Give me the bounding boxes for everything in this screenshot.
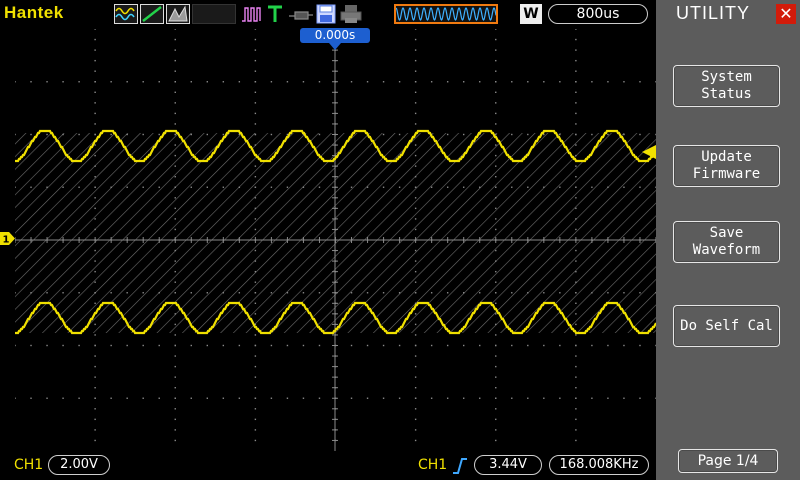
ramp-icon[interactable]	[140, 4, 164, 24]
waveform-icon[interactable]	[114, 4, 138, 24]
do-self-cal-button[interactable]: Do Self Cal	[673, 305, 780, 347]
trigger-channel-label: CH1	[418, 457, 448, 473]
bottom-status-bar: CH1 2.00V CH1 3.44V 168.008KHz	[0, 452, 656, 480]
probe-icon[interactable]	[288, 4, 314, 24]
waveform-display[interactable]	[15, 29, 656, 451]
save-disk-icon[interactable]	[316, 4, 336, 24]
update-firmware-button[interactable]: Update Firmware	[673, 145, 780, 187]
svg-text:1: 1	[3, 235, 10, 246]
blank-indicator	[192, 4, 236, 24]
trigger-position-marker[interactable]: 0.000s	[300, 28, 370, 54]
trigger-position-label: 0.000s	[300, 28, 370, 43]
trigger-T-icon[interactable]	[266, 4, 284, 24]
printer-icon[interactable]	[340, 4, 362, 24]
memory-waveform-icon	[394, 4, 498, 24]
ch1-volts-div[interactable]: 2.00V	[48, 455, 110, 475]
ch1-ground-marker[interactable]: 1	[0, 231, 15, 246]
menu-header: UTILITY ✕	[656, 0, 800, 28]
save-waveform-button[interactable]: Save Waveform	[673, 221, 780, 263]
rising-edge-icon	[452, 456, 468, 480]
brand-logo: Hantek	[4, 3, 64, 22]
utility-menu: UTILITY ✕ System Status Update Firmware …	[656, 0, 800, 480]
top-status-bar: Hantek W 800us	[0, 0, 656, 28]
acquire-peak-icon[interactable]	[240, 4, 264, 24]
ch1-label: CH1	[14, 457, 44, 473]
frequency-readout: 168.008KHz	[549, 455, 649, 475]
grid	[15, 29, 656, 451]
timebase-mode-badge: W	[520, 4, 542, 24]
system-status-button[interactable]: System Status	[673, 65, 780, 107]
trigger-level-marker[interactable]	[642, 144, 656, 159]
close-icon[interactable]: ✕	[776, 4, 796, 24]
persist-icon[interactable]	[166, 4, 190, 24]
page-indicator-button[interactable]: Page 1/4	[678, 449, 778, 473]
trigger-level-value[interactable]: 3.44V	[474, 455, 542, 475]
timebase-value[interactable]: 800us	[548, 4, 648, 24]
menu-title: UTILITY	[676, 3, 751, 23]
